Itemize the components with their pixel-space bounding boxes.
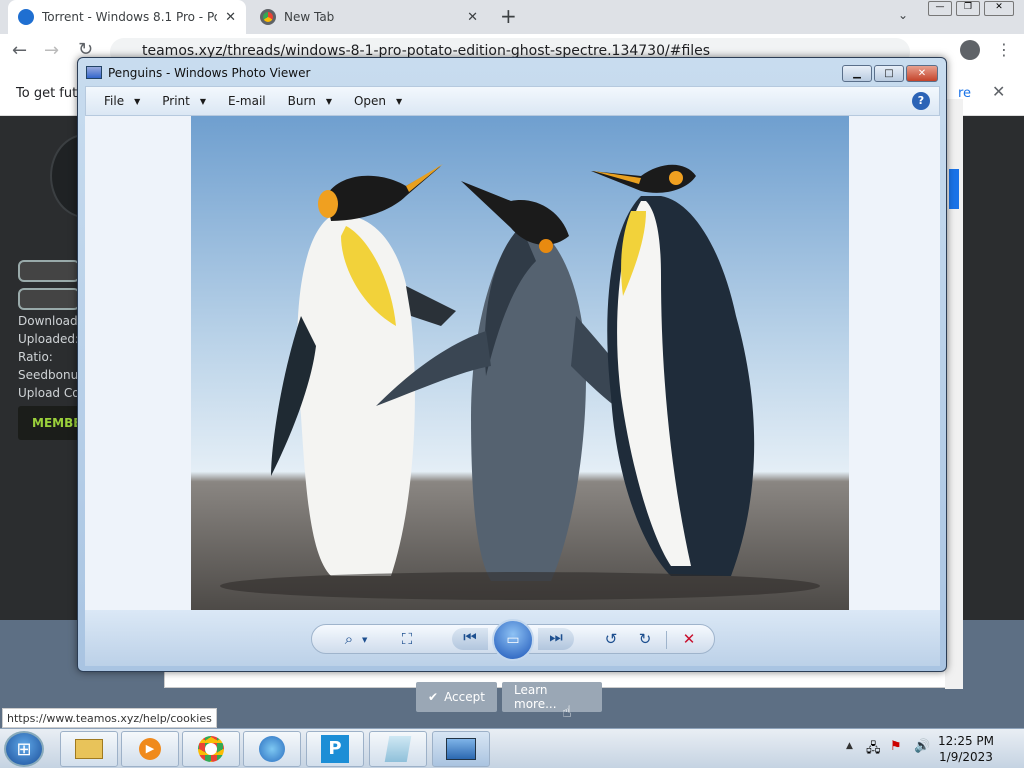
menu-burn[interactable]: Burn ▼ — [288, 94, 344, 108]
browser-tabstrip: Torrent - Windows 8.1 Pro - Pota ✕ New T… — [0, 0, 1024, 34]
status-link: https://www.teamos.xyz/help/cookies — [2, 708, 217, 728]
close-infobar-icon[interactable]: ✕ — [992, 82, 1005, 101]
chrome-icon[interactable] — [182, 731, 240, 767]
close-icon[interactable]: ✕ — [984, 1, 1014, 16]
menu-label: Burn — [287, 94, 316, 108]
tab-label: Torrent - Windows 8.1 Pro - Pota — [42, 10, 218, 24]
clock[interactable]: 12:25 PM 1/9/2023 — [938, 733, 994, 765]
minimize-icon[interactable]: — — [928, 1, 952, 16]
show-hidden-icons[interactable]: ▲ — [846, 741, 853, 751]
p-app-icon[interactable]: P — [306, 731, 364, 767]
stat-label: Upload Co — [18, 386, 80, 400]
hand-cursor-icon: ☝ — [562, 702, 572, 721]
restore-icon[interactable]: ❐ — [956, 1, 980, 16]
tab-torrent[interactable]: Torrent - Windows 8.1 Pro - Pota ✕ — [8, 0, 246, 34]
controls-pill: ⌕ ▼ ⛶ ⏮ ▭ ⏭ ↺ ↻ ✕ — [311, 619, 715, 661]
playback-controls: ⌕ ▼ ⛶ ⏮ ▭ ⏭ ↺ ↻ ✕ — [85, 610, 940, 666]
dropdown-arrow-icon[interactable]: ▼ — [362, 636, 367, 644]
accept-label: Accept — [444, 690, 485, 704]
photo-viewer-app-icon — [86, 66, 102, 79]
volume-icon[interactable]: 🔊 — [914, 739, 930, 754]
penguins-photo — [191, 116, 849, 610]
previous-icon[interactable]: ⏮ — [452, 628, 488, 650]
action-center-icon[interactable]: ⚑ — [890, 739, 902, 754]
image-canvas — [85, 116, 940, 610]
delete-icon[interactable]: ✕ — [678, 630, 700, 650]
user-pill[interactable] — [18, 260, 80, 282]
dropdown-arrow-icon: ▼ — [396, 96, 403, 106]
menu-open[interactable]: Open ▼ — [354, 94, 414, 108]
tab-search-icon[interactable]: ⌄ — [898, 8, 908, 22]
menu-label: E-mail — [228, 94, 266, 108]
file-explorer-icon[interactable] — [60, 731, 118, 767]
menu-label: Open — [353, 94, 387, 108]
ie-icon[interactable] — [243, 731, 301, 767]
menu-email[interactable]: E-mail — [228, 94, 278, 108]
chrome-favicon-icon — [260, 9, 276, 25]
stat-label: Ratio: — [18, 350, 53, 364]
member-button[interactable]: MEMBE — [18, 406, 86, 440]
maximize-button[interactable]: □ — [874, 65, 904, 82]
tab-label: New Tab — [284, 10, 335, 24]
menu-icon[interactable]: ⋮ — [996, 40, 1012, 59]
forward-icon[interactable]: → — [44, 40, 59, 61]
clock-time: 12:25 PM — [938, 734, 994, 748]
new-tab-button[interactable]: + — [500, 4, 517, 28]
learn-more-label: Learn more... — [514, 683, 557, 711]
windows-logo-icon: ⊞ — [16, 738, 32, 760]
next-icon[interactable]: ⏭ — [538, 628, 574, 650]
zoom-icon[interactable]: ⌕ — [338, 630, 360, 650]
scrollbar[interactable] — [945, 99, 963, 689]
divider — [666, 631, 667, 649]
slideshow-icon[interactable]: ▭ — [492, 619, 534, 661]
stat-label: Seedbonus — [18, 368, 85, 382]
check-icon: ✔ — [428, 690, 439, 704]
window-title: Penguins - Windows Photo Viewer — [108, 66, 311, 80]
dropdown-arrow-icon: ▼ — [134, 96, 141, 106]
menu-bar: File ▼ Print ▼ E-mail Burn ▼ Open ▼ ? — [85, 86, 940, 116]
menu-label: Print — [162, 94, 190, 108]
dropdown-arrow-icon: ▼ — [199, 96, 207, 106]
back-icon[interactable]: ← — [12, 40, 27, 61]
menu-label: File — [104, 94, 125, 108]
user-pill[interactable] — [18, 288, 80, 310]
close-tab-icon[interactable]: ✕ — [225, 10, 236, 25]
stat-label: Downloade — [18, 314, 86, 328]
taskbar: ⊞ ▶ P ▲ 🖧 ⚑ 🔊 12:25 PM 1/9/2023 — [0, 728, 1024, 768]
menu-file[interactable]: File ▼ — [104, 94, 152, 108]
clock-date: 1/9/2023 — [939, 750, 993, 764]
close-button[interactable]: ✕ — [906, 65, 938, 82]
photo-viewer-window: Penguins - Windows Photo Viewer ▁ □ ✕ Fi… — [77, 57, 947, 672]
close-tab-icon[interactable]: ✕ — [467, 10, 478, 25]
scrollbar-thumb[interactable] — [949, 169, 959, 209]
accept-button[interactable]: ✔ Accept — [416, 682, 497, 712]
minimize-button[interactable]: ▁ — [842, 65, 872, 82]
site-favicon-icon — [18, 9, 34, 25]
learn-more-button[interactable]: Learn more... — [502, 682, 602, 712]
rotate-left-icon[interactable]: ↺ — [600, 630, 622, 650]
menu-print[interactable]: Print ▼ — [162, 94, 218, 108]
tab-new[interactable]: New Tab ✕ — [250, 0, 488, 34]
dropdown-arrow-icon: ▼ — [325, 96, 332, 106]
profile-icon[interactable] — [960, 40, 980, 60]
help-icon[interactable]: ? — [912, 92, 930, 110]
media-player-icon[interactable]: ▶ — [121, 731, 179, 767]
photo-viewer-icon[interactable] — [432, 731, 490, 767]
stat-label: Uploaded: — [18, 332, 80, 346]
notepad-icon[interactable] — [369, 731, 427, 767]
infobar-text: To get futu — [16, 86, 86, 101]
network-icon[interactable]: 🖧 — [866, 739, 881, 761]
actual-size-icon[interactable]: ⛶ — [396, 630, 418, 650]
window-controls: — ❐ ✕ — [928, 1, 1014, 17]
start-button[interactable]: ⊞ — [4, 731, 44, 767]
rotate-right-icon[interactable]: ↻ — [634, 630, 656, 650]
